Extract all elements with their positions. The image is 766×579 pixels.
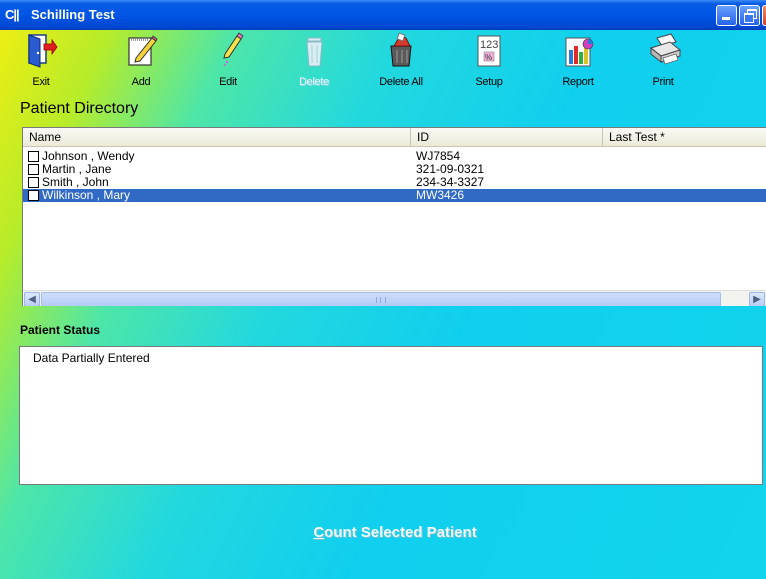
add-label: Add (131, 76, 151, 88)
print-button[interactable]: Print (628, 30, 698, 100)
scrollbar-thumb[interactable] (41, 292, 721, 306)
svg-text:%: % (485, 53, 492, 62)
setup-button[interactable]: 123 % Setup (454, 30, 524, 100)
add-note-pencil-icon (128, 35, 158, 66)
maximize-button[interactable] (739, 5, 760, 26)
delete-button[interactable]: Delete (279, 30, 349, 100)
table-row[interactable]: Smith , John 234-34-3327 (23, 176, 766, 189)
row-checkbox[interactable] (28, 177, 39, 188)
app-logo-icon: C|| (5, 7, 20, 22)
exit-label: Exit (32, 76, 50, 88)
svg-text:123: 123 (480, 39, 498, 51)
row-checkbox[interactable] (28, 151, 39, 162)
column-header-last-test[interactable]: Last Test * (603, 128, 766, 146)
patient-status-text: Data Partially Entered (33, 351, 150, 365)
delete-label: Delete (299, 76, 329, 88)
patient-list[interactable]: Name ID Last Test * Johnson , Wendy WJ78… (22, 127, 766, 306)
count-selected-patient-button[interactable]: Count Selected Patient (270, 524, 520, 541)
table-row-selected[interactable]: Wilkinson , Mary MW3426 (23, 189, 766, 202)
main-window: C|| Schilling Test Exit Add Edit Delete … (0, 0, 766, 579)
column-header-id[interactable]: ID (411, 128, 603, 146)
exit-door-icon (28, 34, 58, 68)
minimize-button[interactable] (716, 5, 737, 26)
delete-all-label: Delete All (379, 76, 423, 88)
patient-id: MW3426 (416, 188, 465, 202)
trash-can-icon (306, 37, 323, 67)
list-header: Name ID Last Test * (23, 128, 766, 147)
report-label: Report (562, 76, 594, 88)
report-button[interactable]: Report (543, 30, 613, 100)
scroll-left-button[interactable]: ◀ (24, 292, 40, 306)
report-chart-icon (565, 37, 594, 67)
patient-status-box: Data Partially Entered (19, 346, 763, 485)
table-row[interactable]: Johnson , Wendy WJ7854 (23, 150, 766, 163)
patient-directory-title: Patient Directory (20, 100, 139, 117)
close-button[interactable] (762, 5, 766, 26)
edit-label: Edit (219, 76, 237, 88)
row-checkbox[interactable] (28, 164, 39, 175)
edit-button[interactable]: Edit (193, 30, 263, 100)
exit-button[interactable]: Exit (6, 30, 76, 100)
printer-icon (649, 33, 682, 65)
column-header-name[interactable]: Name (23, 128, 411, 146)
patient-name: Wilkinson , Mary (42, 188, 131, 202)
scrollbar-grip-icon (376, 297, 386, 303)
scroll-right-button[interactable]: ▶ (749, 292, 765, 306)
setup-calculator-icon: 123 % (477, 35, 501, 67)
table-row[interactable]: Martin , Jane 321-09-0321 (23, 163, 766, 176)
window-title: Schilling Test (31, 7, 115, 22)
row-checkbox[interactable] (28, 190, 39, 201)
title-bar[interactable]: C|| Schilling Test (0, 0, 766, 30)
setup-label: Setup (475, 76, 503, 88)
edit-pencil-icon (223, 32, 244, 66)
add-button[interactable]: Add (106, 30, 176, 100)
horizontal-scrollbar[interactable]: ◀ ▶ (23, 290, 766, 306)
patient-status-title: Patient Status (20, 323, 101, 337)
print-label: Print (652, 76, 674, 88)
delete-all-button[interactable]: Delete All (366, 30, 436, 100)
toolbar: Exit Add Edit Delete Delete All 123 % Se… (0, 30, 766, 100)
trash-bin-full-icon (390, 32, 412, 67)
